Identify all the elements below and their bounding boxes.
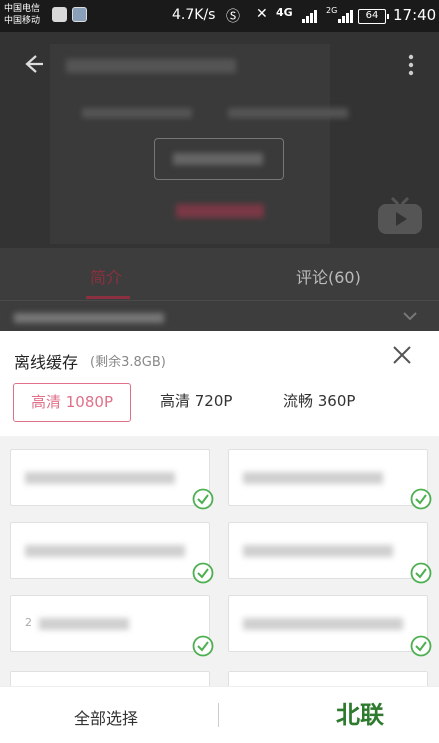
storage-remaining: (剩余3.8GB) [90, 355, 166, 370]
carrier-labels: 中国电信 中国移动 [4, 3, 40, 27]
check-circle-icon[interactable] [410, 488, 432, 510]
tab-intro[interactable]: 简介 [90, 264, 122, 288]
episode-card[interactable]: 2 [10, 595, 210, 652]
qq-notification-icon [52, 7, 67, 22]
bottom-action-bar: 全部选择 北联 [0, 686, 439, 743]
blurred-text [82, 108, 192, 118]
divider [218, 703, 219, 727]
episode-number: 2 [25, 616, 32, 629]
quality-option-360p[interactable]: 流畅 360P [283, 383, 355, 422]
check-circle-icon[interactable] [192, 562, 214, 584]
signal-bars-icon [302, 9, 320, 23]
tab-underline [86, 296, 130, 299]
check-circle-icon[interactable] [410, 562, 432, 584]
close-icon[interactable] [390, 343, 414, 367]
video-title-blurred [66, 59, 236, 73]
network-4g-label: 4G [276, 6, 293, 19]
episode-card[interactable] [10, 449, 210, 506]
check-circle-icon[interactable] [192, 635, 214, 657]
network-2g-label: 2G [326, 6, 338, 15]
video-player[interactable] [0, 32, 439, 248]
blurred-pink-text [176, 204, 264, 218]
episode-card[interactable] [228, 449, 428, 506]
tv-play-icon[interactable] [376, 194, 424, 236]
quality-option-720p[interactable]: 高清 720P [160, 383, 232, 422]
content-tabs: 简介 评论(60) [0, 248, 439, 300]
select-all-button[interactable]: 全部选择 [74, 705, 138, 729]
network-speed: 4.7K/s [172, 7, 216, 23]
tab-comments[interactable]: 评论(60) [296, 264, 361, 288]
chevron-down-icon [403, 312, 417, 321]
signal-bars-2-icon [338, 9, 356, 23]
status-bar: 中国电信 中国移动 4.7K/s Ⓢ ✕ 4G 2G 64 17:40 [0, 0, 439, 32]
image-notification-icon [72, 7, 87, 22]
battery-icon: 64 [358, 9, 389, 24]
watermark-logo: 北联 [296, 693, 424, 737]
vibrate-icon: ✕ [256, 6, 268, 22]
check-circle-icon[interactable] [192, 488, 214, 510]
blurred-text [228, 108, 348, 118]
offline-cache-sheet: 离线缓存 (剩余3.8GB) 高清 1080P 高清 720P 流畅 360P … [0, 331, 439, 743]
episode-card[interactable] [10, 671, 210, 686]
episode-card[interactable] [228, 671, 428, 686]
episode-list: 2 [0, 436, 439, 686]
quality-option-1080p[interactable]: 高清 1080P [13, 383, 131, 422]
episode-card[interactable] [228, 595, 428, 652]
carrier-1: 中国电信 [4, 4, 41, 14]
dimmed-row [0, 301, 439, 331]
back-arrow-icon[interactable] [18, 50, 46, 78]
check-circle-icon[interactable] [410, 635, 432, 657]
more-options-icon[interactable] [404, 52, 418, 78]
video-center-box [154, 138, 284, 180]
sheet-title: 离线缓存 [14, 353, 79, 372]
episode-card[interactable] [228, 522, 428, 579]
hotspot-icon: Ⓢ [226, 9, 240, 25]
episode-card[interactable] [10, 522, 210, 579]
clock: 17:40 [393, 6, 437, 24]
carrier-2: 中国移动 [4, 16, 41, 26]
